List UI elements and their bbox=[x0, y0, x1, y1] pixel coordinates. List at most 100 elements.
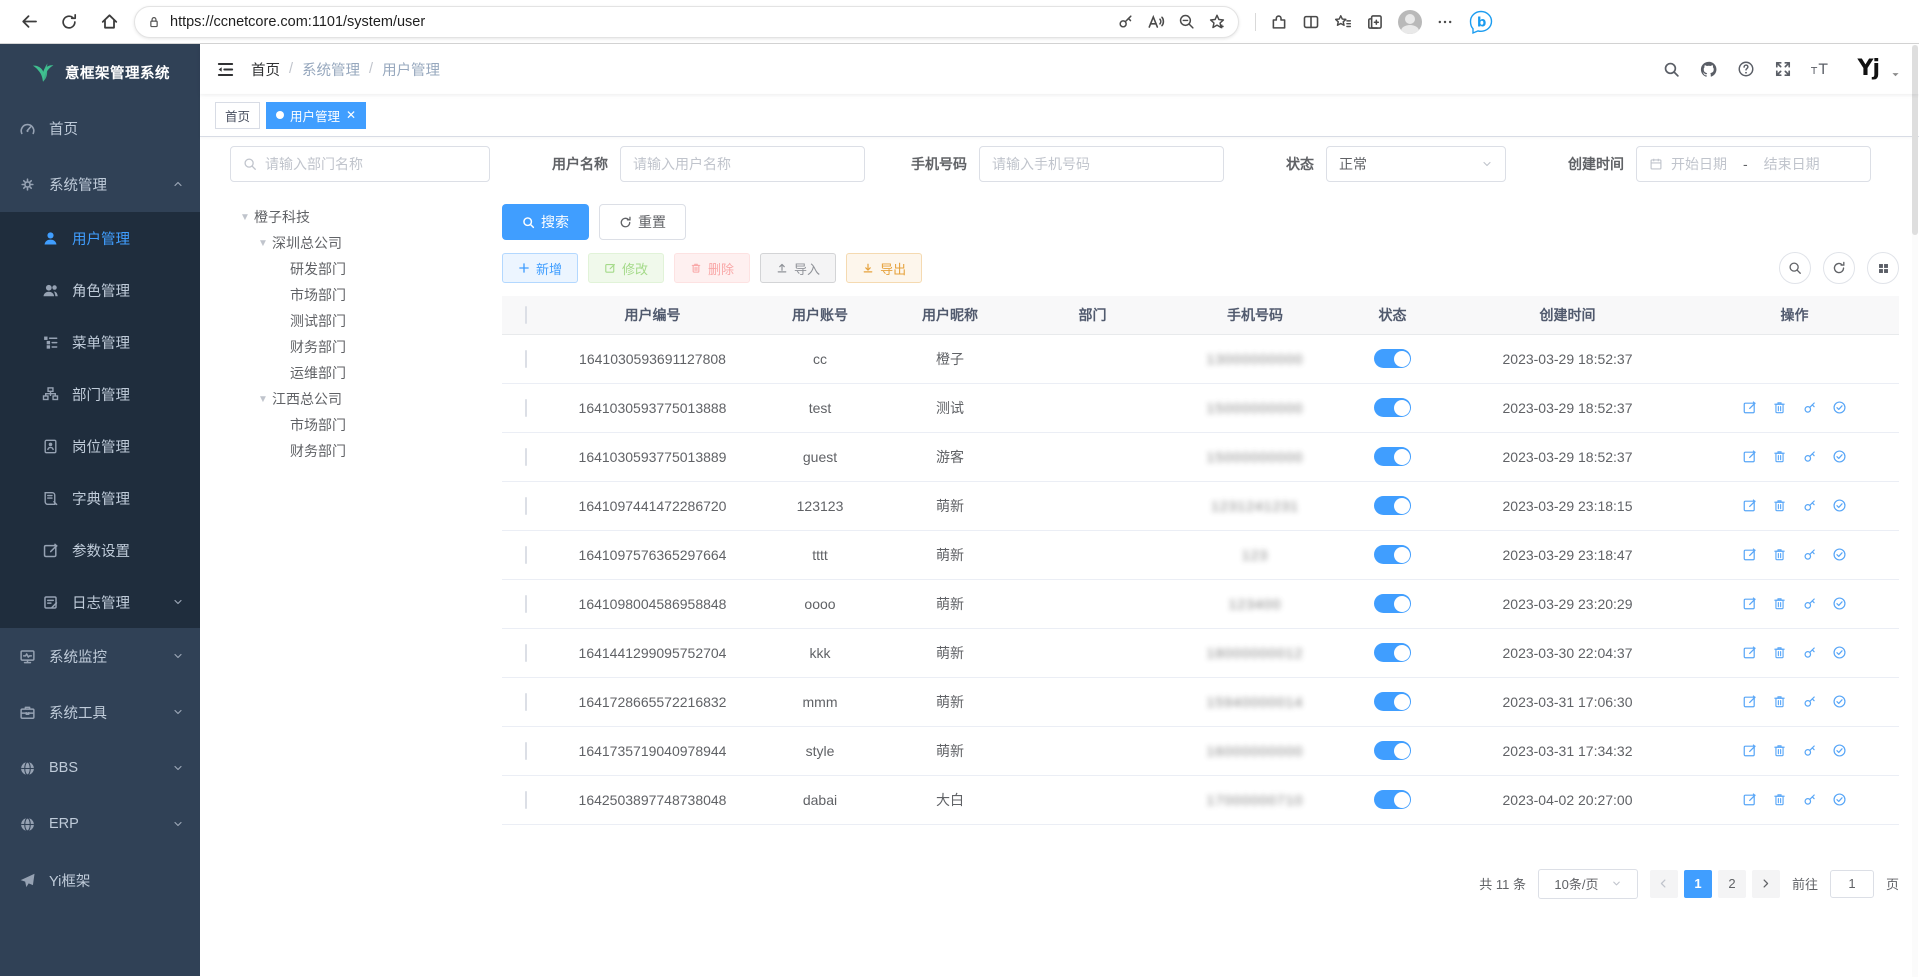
status-toggle[interactable] bbox=[1374, 349, 1411, 368]
sidebar-item-erp[interactable]: ERP bbox=[0, 796, 200, 852]
font-size-icon[interactable]: TT bbox=[1811, 60, 1831, 78]
row-reset-password-icon[interactable] bbox=[1802, 694, 1817, 709]
tree-node[interactable]: 财务部门 bbox=[230, 334, 490, 360]
goto-page-input[interactable] bbox=[1830, 870, 1874, 898]
status-toggle[interactable] bbox=[1374, 594, 1411, 613]
sidebar-item-menu-mgmt[interactable]: 菜单管理 bbox=[0, 316, 200, 368]
sidebar-item-bbs[interactable]: BBS bbox=[0, 740, 200, 796]
page-button-2[interactable]: 2 bbox=[1718, 870, 1746, 898]
favorite-star-icon[interactable] bbox=[1208, 13, 1226, 31]
row-delete-icon[interactable] bbox=[1772, 400, 1787, 415]
row-edit-icon[interactable] bbox=[1742, 400, 1757, 415]
password-key-icon[interactable] bbox=[1117, 13, 1134, 30]
favorites-bar-icon[interactable] bbox=[1334, 13, 1352, 31]
browser-profile-avatar[interactable] bbox=[1398, 10, 1422, 34]
row-edit-icon[interactable] bbox=[1742, 645, 1757, 660]
zoom-out-icon[interactable] bbox=[1178, 13, 1195, 30]
sidebar-item-post-mgmt[interactable]: 岗位管理 bbox=[0, 420, 200, 472]
sidebar-item-yi-framework[interactable]: Yi框架 bbox=[0, 852, 200, 908]
home-icon[interactable] bbox=[94, 7, 124, 37]
modify-button[interactable]: 修改 bbox=[588, 253, 664, 283]
back-icon[interactable] bbox=[14, 7, 44, 37]
export-button[interactable]: 导出 bbox=[846, 253, 922, 283]
row-checkbox[interactable] bbox=[525, 546, 527, 564]
sidebar-item-user-mgmt[interactable]: 用户管理 bbox=[0, 212, 200, 264]
read-aloud-icon[interactable] bbox=[1147, 13, 1165, 31]
row-delete-icon[interactable] bbox=[1772, 498, 1787, 513]
sidebar-item-system-tools[interactable]: 系统工具 bbox=[0, 684, 200, 740]
reset-button[interactable]: 重置 bbox=[599, 204, 686, 240]
row-assign-role-icon[interactable] bbox=[1832, 694, 1847, 709]
row-delete-icon[interactable] bbox=[1772, 547, 1787, 562]
tab-close-icon[interactable]: ✕ bbox=[346, 108, 356, 122]
tab-home[interactable]: 首页 bbox=[215, 102, 260, 129]
more-options-icon[interactable] bbox=[1436, 13, 1454, 31]
copilot-icon[interactable]: b bbox=[1468, 9, 1494, 35]
page-size-select[interactable]: 10条/页 bbox=[1538, 869, 1638, 899]
phone-input[interactable] bbox=[992, 156, 1211, 172]
status-toggle[interactable] bbox=[1374, 741, 1411, 760]
prev-page-button[interactable] bbox=[1650, 870, 1678, 898]
avatar-caret-icon[interactable] bbox=[1890, 69, 1901, 80]
row-delete-icon[interactable] bbox=[1772, 743, 1787, 758]
dept-search-input[interactable] bbox=[265, 156, 477, 172]
status-select[interactable]: 正常 bbox=[1326, 146, 1506, 182]
row-checkbox[interactable] bbox=[525, 791, 527, 809]
table-columns-button[interactable] bbox=[1867, 252, 1899, 284]
tree-expand-icon[interactable]: ▼ bbox=[236, 212, 254, 223]
split-screen-icon[interactable] bbox=[1302, 13, 1320, 31]
row-reset-password-icon[interactable] bbox=[1802, 596, 1817, 611]
row-reset-password-icon[interactable] bbox=[1802, 498, 1817, 513]
status-toggle[interactable] bbox=[1374, 692, 1411, 711]
sidebar-item-dict-mgmt[interactable]: 字典管理 bbox=[0, 472, 200, 524]
row-reset-password-icon[interactable] bbox=[1802, 743, 1817, 758]
row-assign-role-icon[interactable] bbox=[1832, 547, 1847, 562]
tree-node[interactable]: ▼橙子科技 bbox=[230, 204, 490, 230]
status-toggle[interactable] bbox=[1374, 790, 1411, 809]
tree-expand-icon[interactable]: ▼ bbox=[254, 394, 272, 405]
collections-icon[interactable] bbox=[1366, 13, 1384, 31]
row-delete-icon[interactable] bbox=[1772, 645, 1787, 660]
row-checkbox[interactable] bbox=[525, 644, 527, 662]
tree-node[interactable]: ▼深圳总公司 bbox=[230, 230, 490, 256]
url-text[interactable]: https://ccnetcore.com:1101/system/user bbox=[170, 14, 1108, 30]
help-icon[interactable] bbox=[1737, 60, 1755, 78]
sidebar-item-role-mgmt[interactable]: 角色管理 bbox=[0, 264, 200, 316]
next-page-button[interactable] bbox=[1752, 870, 1780, 898]
tree-node[interactable]: 运维部门 bbox=[230, 360, 490, 386]
row-assign-role-icon[interactable] bbox=[1832, 743, 1847, 758]
refresh-icon[interactable] bbox=[54, 7, 84, 37]
sidebar-item-system-mgmt[interactable]: 系统管理 bbox=[0, 156, 200, 212]
row-assign-role-icon[interactable] bbox=[1832, 400, 1847, 415]
search-button[interactable]: 搜索 bbox=[502, 204, 589, 240]
row-assign-role-icon[interactable] bbox=[1832, 645, 1847, 660]
row-checkbox[interactable] bbox=[525, 350, 527, 368]
date-end-placeholder[interactable]: 结束日期 bbox=[1764, 154, 1820, 174]
add-button[interactable]: 新增 bbox=[502, 253, 578, 283]
row-reset-password-icon[interactable] bbox=[1802, 547, 1817, 562]
row-edit-icon[interactable] bbox=[1742, 596, 1757, 611]
status-toggle[interactable] bbox=[1374, 496, 1411, 515]
tree-node[interactable]: 测试部门 bbox=[230, 308, 490, 334]
date-range-picker[interactable]: 开始日期 - 结束日期 bbox=[1636, 146, 1871, 182]
user-avatar-logo[interactable]: Yj bbox=[1858, 58, 1879, 80]
row-checkbox[interactable] bbox=[525, 595, 527, 613]
row-checkbox[interactable] bbox=[525, 693, 527, 711]
row-edit-icon[interactable] bbox=[1742, 449, 1757, 464]
github-icon[interactable] bbox=[1699, 60, 1718, 79]
row-assign-role-icon[interactable] bbox=[1832, 449, 1847, 464]
row-edit-icon[interactable] bbox=[1742, 743, 1757, 758]
page-scrollbar[interactable] bbox=[1912, 45, 1918, 977]
row-edit-icon[interactable] bbox=[1742, 498, 1757, 513]
row-edit-icon[interactable] bbox=[1742, 547, 1757, 562]
tree-node[interactable]: 市场部门 bbox=[230, 412, 490, 438]
status-toggle[interactable] bbox=[1374, 447, 1411, 466]
row-assign-role-icon[interactable] bbox=[1832, 498, 1847, 513]
extensions-icon[interactable] bbox=[1270, 13, 1288, 31]
row-checkbox[interactable] bbox=[525, 742, 527, 760]
app-logo[interactable]: 意框架管理系统 bbox=[0, 44, 200, 100]
header-search-icon[interactable] bbox=[1663, 61, 1680, 78]
breadcrumb-system-mgmt[interactable]: 系统管理 bbox=[302, 59, 360, 80]
row-checkbox[interactable] bbox=[525, 497, 527, 515]
row-delete-icon[interactable] bbox=[1772, 596, 1787, 611]
